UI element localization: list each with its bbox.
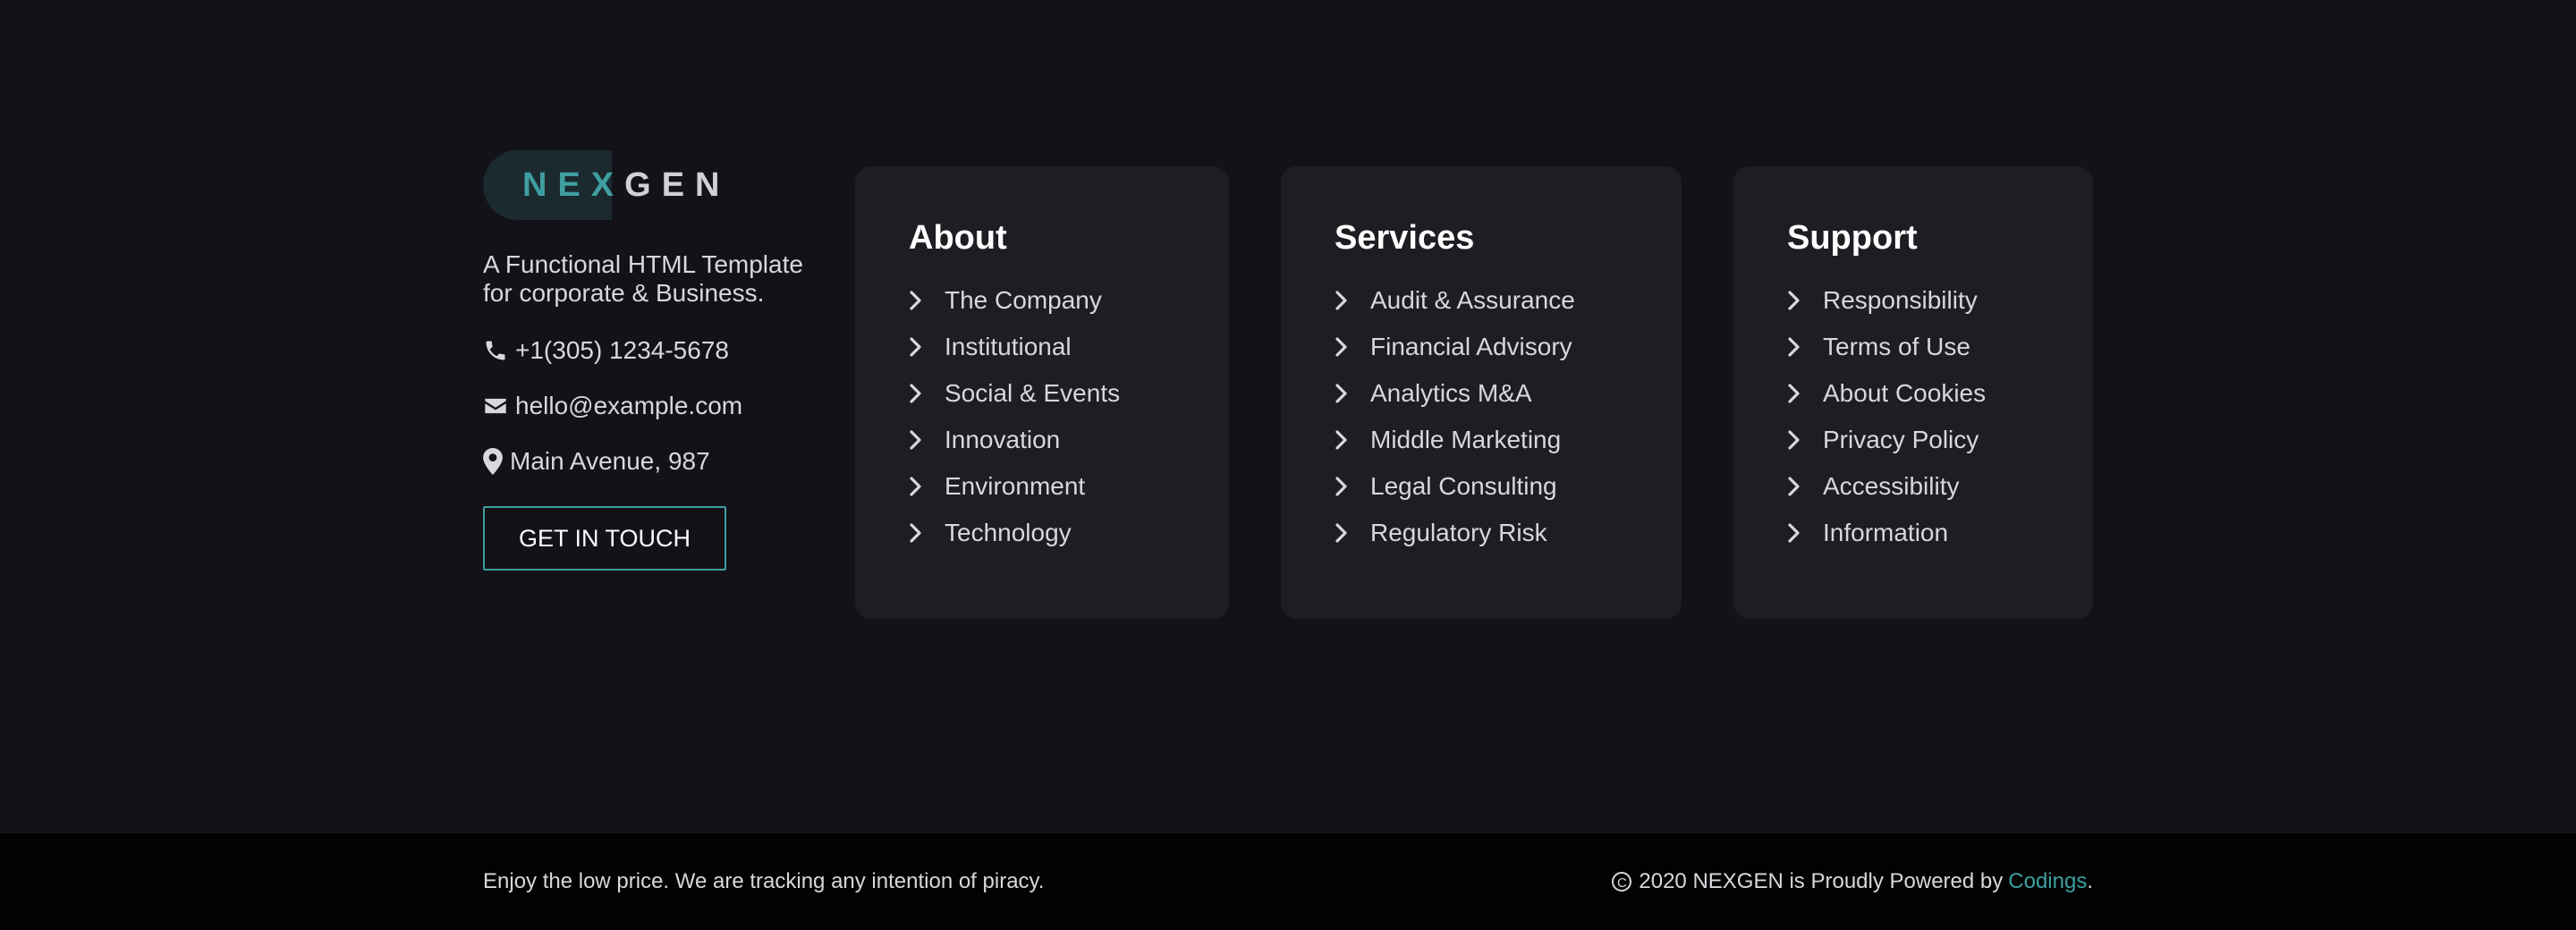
phone-icon <box>486 341 505 360</box>
link-label: Terms of Use <box>1823 333 1970 360</box>
chevron-right-icon <box>1335 337 1347 357</box>
services-heading: Services <box>1335 219 1475 257</box>
link-label: Responsibility <box>1823 286 1978 314</box>
services-link-regulatory-risk[interactable]: Regulatory Risk <box>1335 510 1682 556</box>
logo-part-nex: NEX <box>522 166 625 204</box>
support-link-privacy-policy[interactable]: Privacy Policy <box>1787 417 2093 463</box>
chevron-right-icon <box>910 384 921 403</box>
link-label: Regulatory Risk <box>1370 519 1547 546</box>
link-label: Analytics M&A <box>1370 379 1532 407</box>
contact-address: Main Avenue, 987 <box>483 444 823 479</box>
about-heading: About <box>909 219 1007 257</box>
logo[interactable]: NEXGEN <box>483 150 823 220</box>
contact-phone[interactable]: +1(305) 1234-5678 <box>483 333 823 368</box>
footer-main: NEXGEN A Functional HTML Template for co… <box>0 0 2576 833</box>
chevron-right-icon <box>1335 523 1347 543</box>
chevron-right-icon <box>910 430 921 450</box>
contact-list: +1(305) 1234-5678 hello@example.com Main… <box>483 333 823 479</box>
about-link-technology[interactable]: Technology <box>909 510 1229 556</box>
link-label: Information <box>1823 519 1949 546</box>
chevron-right-icon <box>1335 291 1347 310</box>
chevron-right-icon <box>910 337 921 357</box>
link-label: About Cookies <box>1823 379 1987 407</box>
map-marker-icon <box>483 448 503 475</box>
services-link-audit-assurance[interactable]: Audit & Assurance <box>1335 277 1682 324</box>
link-label: Legal Consulting <box>1370 472 1557 500</box>
logo-part-gen: GEN <box>624 166 731 204</box>
support-links: Responsibility Terms of Use About Cookie… <box>1787 277 2093 556</box>
copyright-period: . <box>2087 869 2093 893</box>
support-link-information[interactable]: Information <box>1787 510 2093 556</box>
chevron-right-icon <box>1335 477 1347 496</box>
tagline: A Functional HTML Template for corporate… <box>483 250 803 307</box>
chevron-right-icon <box>910 523 921 543</box>
copyright-text: 2020 NEXGEN is Proudly Powered by <box>1639 869 2004 893</box>
chevron-right-icon <box>1335 384 1347 403</box>
about-links: The Company Institutional Social & Event… <box>909 277 1229 556</box>
email-text: hello@example.com <box>515 392 743 419</box>
chevron-right-icon <box>1788 477 1800 496</box>
envelope-icon <box>485 398 506 414</box>
about-link-social-events[interactable]: Social & Events <box>909 370 1229 417</box>
support-link-about-cookies[interactable]: About Cookies <box>1787 370 2093 417</box>
chevron-right-icon <box>1788 430 1800 450</box>
chevron-right-icon <box>1788 337 1800 357</box>
support-link-terms-of-use[interactable]: Terms of Use <box>1787 324 2093 370</box>
link-label: The Company <box>945 286 1102 314</box>
copyright: C 2020 NEXGEN is Proudly Powered by Codi… <box>1612 833 2093 930</box>
link-label: Accessibility <box>1823 472 1960 500</box>
link-label: Technology <box>945 519 1072 546</box>
chevron-right-icon <box>1788 291 1800 310</box>
link-label: Environment <box>945 472 1086 500</box>
about-link-environment[interactable]: Environment <box>909 463 1229 510</box>
about-link-the-company[interactable]: The Company <box>909 277 1229 324</box>
support-link-accessibility[interactable]: Accessibility <box>1787 463 2093 510</box>
about-link-institutional[interactable]: Institutional <box>909 324 1229 370</box>
chevron-right-icon <box>910 477 921 496</box>
link-label: Privacy Policy <box>1823 426 1979 453</box>
support-heading: Support <box>1787 219 1918 257</box>
services-link-legal-consulting[interactable]: Legal Consulting <box>1335 463 1682 510</box>
link-label: Audit & Assurance <box>1370 286 1575 314</box>
support-card: Support Responsibility Terms of Use Abou… <box>1733 166 2093 619</box>
link-label: Financial Advisory <box>1370 333 1572 360</box>
services-link-analytics-ma[interactable]: Analytics M&A <box>1335 370 1682 417</box>
services-link-financial-advisory[interactable]: Financial Advisory <box>1335 324 1682 370</box>
chevron-right-icon <box>1335 430 1347 450</box>
contact-email[interactable]: hello@example.com <box>483 388 823 424</box>
services-card: Services Audit & Assurance Financial Adv… <box>1281 166 1682 619</box>
chevron-right-icon <box>1788 384 1800 403</box>
services-link-middle-marketing[interactable]: Middle Marketing <box>1335 417 1682 463</box>
about-link-innovation[interactable]: Innovation <box>909 417 1229 463</box>
link-label: Middle Marketing <box>1370 426 1562 453</box>
piracy-notice: Enjoy the low price. We are tracking any… <box>483 869 1045 893</box>
support-link-responsibility[interactable]: Responsibility <box>1787 277 2093 324</box>
chevron-right-icon <box>1788 523 1800 543</box>
chevron-right-icon <box>910 291 921 310</box>
services-links: Audit & Assurance Financial Advisory Ana… <box>1335 277 1682 556</box>
get-in-touch-button[interactable]: GET IN TOUCH <box>483 506 726 571</box>
about-card: About The Company Institutional Social &… <box>855 166 1229 619</box>
brand-column: NEXGEN A Functional HTML Template for co… <box>483 150 823 571</box>
link-label: Innovation <box>945 426 1061 453</box>
logo-text: NEXGEN <box>522 150 731 220</box>
copyright-icon: C <box>1612 872 1632 892</box>
bottom-bar: Enjoy the low price. We are tracking any… <box>0 833 2576 930</box>
phone-text: +1(305) 1234-5678 <box>515 336 729 364</box>
link-label: Social & Events <box>945 379 1121 407</box>
address-text: Main Avenue, 987 <box>510 447 710 475</box>
codings-link[interactable]: Codings <box>2008 869 2087 894</box>
link-label: Institutional <box>945 333 1072 360</box>
